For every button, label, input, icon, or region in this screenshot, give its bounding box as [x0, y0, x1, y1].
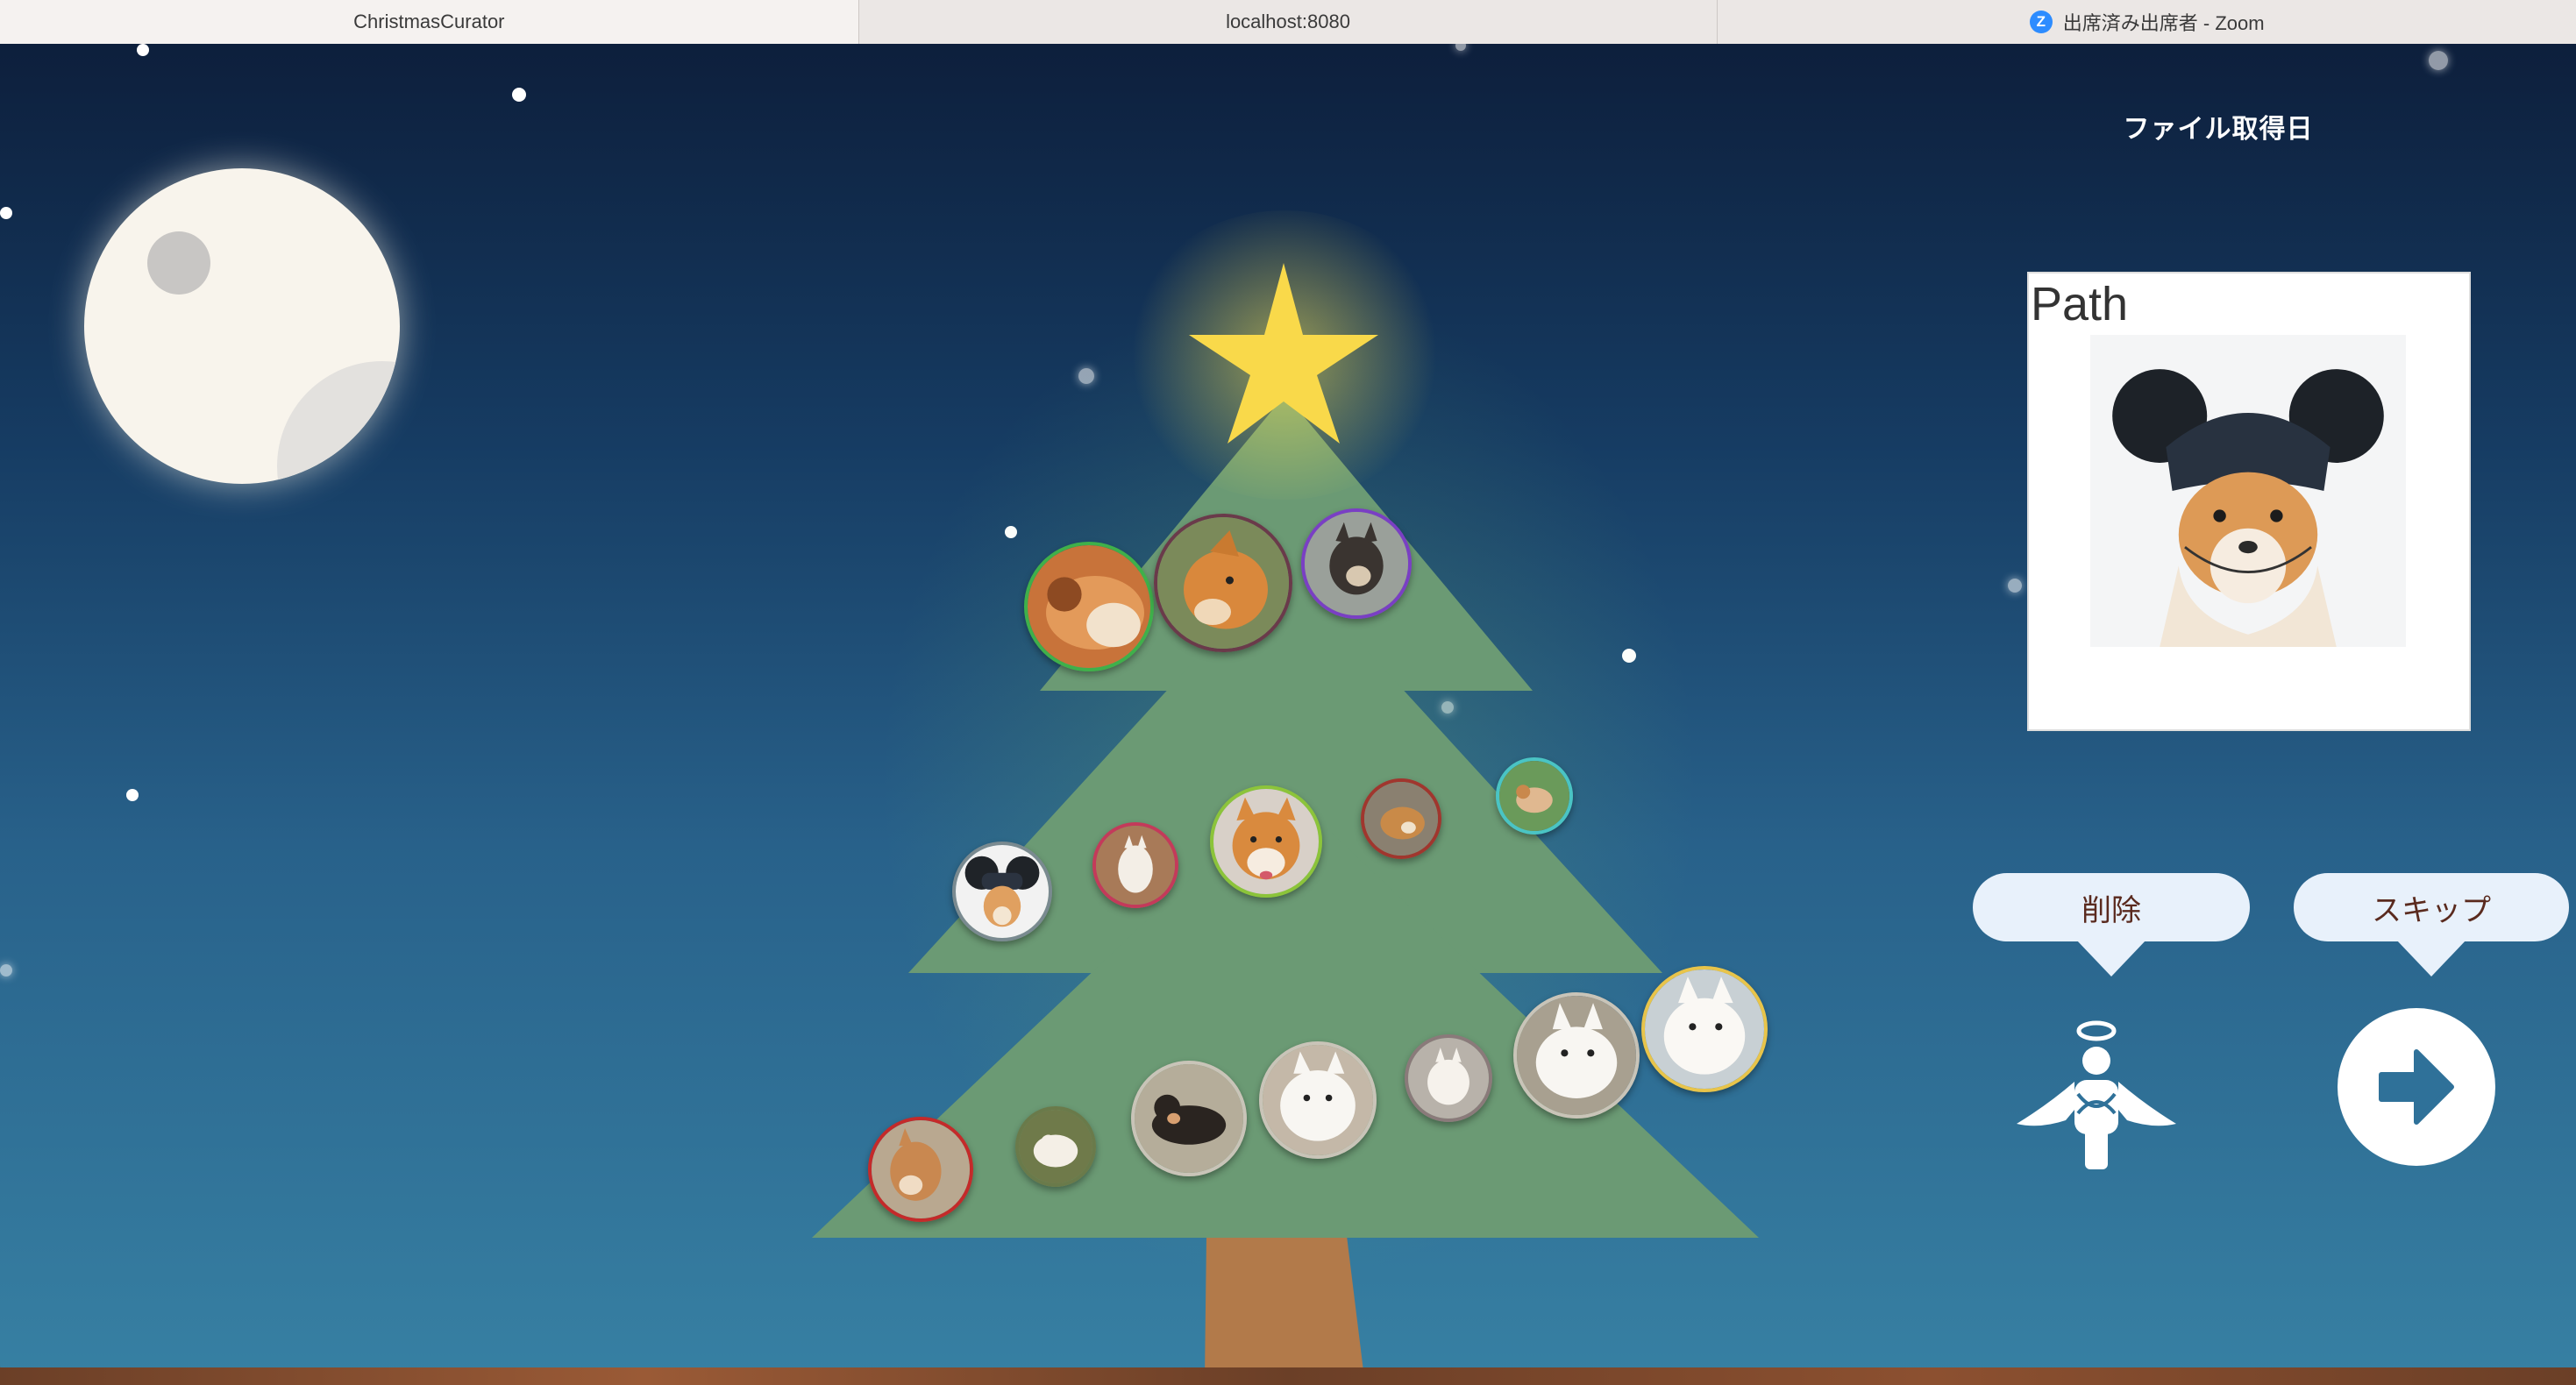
- file-date-title: ファイル取得日: [2123, 114, 2314, 145]
- ground-strip: [0, 1367, 2576, 1385]
- delete-label: 削除: [2081, 892, 2141, 928]
- photo-ornament[interactable]: [1513, 992, 1640, 1119]
- photo-ornament[interactable]: [1210, 785, 1322, 898]
- photo-ornament[interactable]: [1259, 1041, 1377, 1159]
- photo-ornament[interactable]: [868, 1117, 973, 1222]
- photo-ornament[interactable]: [952, 842, 1052, 941]
- preview-photo: [2090, 335, 2406, 647]
- delete-button[interactable]: [2013, 1017, 2180, 1173]
- arrow-right-icon: [2338, 1008, 2495, 1166]
- photo-ornament[interactable]: [1361, 778, 1441, 859]
- photo-ornament[interactable]: [1024, 542, 1154, 671]
- app-window: ChristmasCurator localhost:8080 Z 出席済み出席…: [0, 0, 2576, 1385]
- skip-button[interactable]: [2338, 1008, 2495, 1166]
- photo-ornament[interactable]: [1301, 508, 1412, 619]
- photo-ornament[interactable]: [1496, 757, 1573, 835]
- photo-preview-card: Path: [2027, 272, 2471, 731]
- photo-ornament[interactable]: [1092, 822, 1178, 908]
- skip-label: スキップ: [2372, 892, 2491, 928]
- photo-ornament[interactable]: [1131, 1061, 1247, 1176]
- photo-ornament[interactable]: [1154, 514, 1292, 652]
- skip-label-bubble: スキップ: [2294, 873, 2569, 977]
- photo-ornament[interactable]: [1641, 966, 1768, 1092]
- preview-path-label: Path: [2031, 277, 2136, 331]
- photo-ornament[interactable]: [1015, 1106, 1096, 1187]
- photo-ornament[interactable]: [1405, 1034, 1492, 1122]
- delete-label-bubble: 削除: [1973, 873, 2250, 977]
- angel-icon: [2017, 1020, 2176, 1169]
